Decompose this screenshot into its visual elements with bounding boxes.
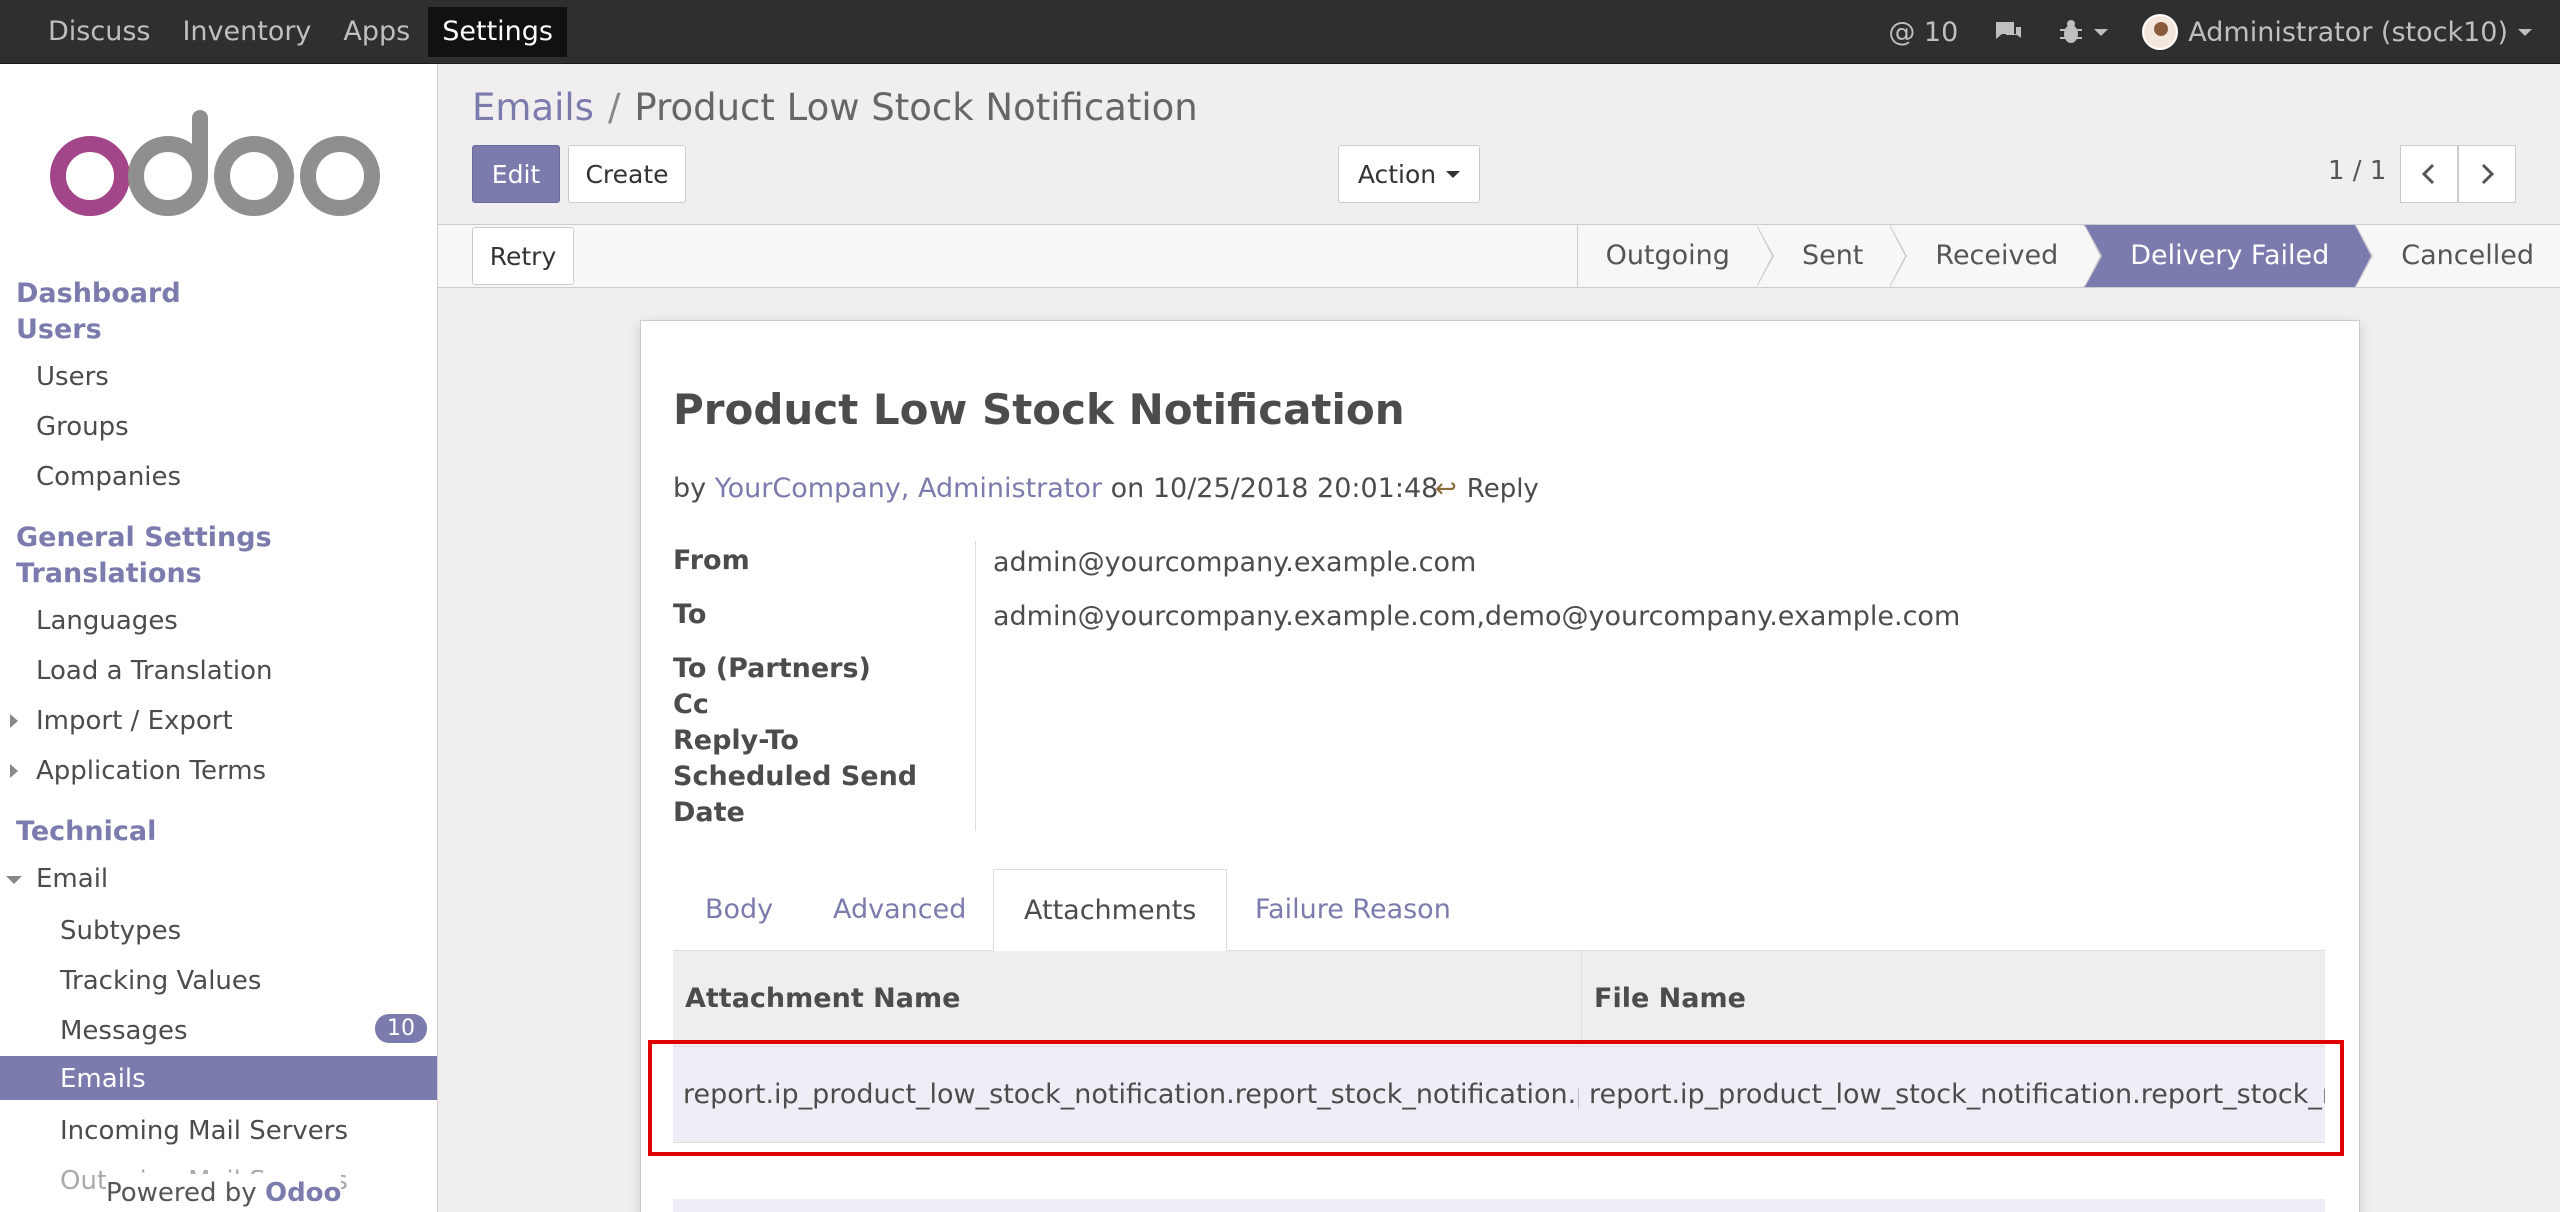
user-avatar bbox=[2142, 14, 2179, 50]
mail-subject-title: Product Low Stock Notification bbox=[673, 385, 1405, 434]
menu-apps[interactable]: Apps bbox=[329, 7, 424, 57]
breadcrumb-current: Product Low Stock Notification bbox=[634, 86, 1198, 129]
column-file-name[interactable]: File Name bbox=[1581, 951, 2325, 1047]
status-bar: Retry Outgoing Sent Received Delivery Fa… bbox=[438, 224, 2560, 288]
sidebar-item-load-translation[interactable]: Load a Translation bbox=[36, 656, 273, 686]
sidebar-item-import-export[interactable]: Import / Export bbox=[36, 706, 233, 736]
chevron-right-icon bbox=[2481, 163, 2495, 185]
stage-received[interactable]: Received bbox=[1889, 225, 2103, 287]
cc-label: Cc bbox=[673, 689, 709, 720]
edit-button[interactable]: Edit bbox=[472, 145, 560, 203]
bug-icon[interactable] bbox=[2058, 18, 2109, 46]
caret-right-icon[interactable] bbox=[10, 764, 18, 778]
create-button[interactable]: Create bbox=[568, 145, 686, 203]
stage-pipeline: Outgoing Sent Received Delivery Failed C… bbox=[1576, 225, 2560, 289]
systray: @ 10 Administrator (stock10) bbox=[1854, 0, 2532, 64]
odoo-logo bbox=[50, 110, 380, 216]
column-attachment-name[interactable]: Attachment Name bbox=[673, 951, 1581, 1047]
pager-previous-button[interactable] bbox=[2400, 145, 2458, 203]
tab-failure-reason[interactable]: Failure Reason bbox=[1255, 869, 1451, 951]
tab-body[interactable]: Body bbox=[705, 869, 773, 951]
chevron-down-icon bbox=[1446, 170, 1461, 178]
author-link[interactable]: YourCompany, Administrator bbox=[715, 473, 1102, 504]
breadcrumb-separator: / bbox=[607, 86, 621, 129]
stage-sent[interactable]: Sent bbox=[1755, 225, 1908, 287]
sidebar-section-dashboard[interactable]: Dashboard bbox=[16, 278, 181, 309]
sidebar: Dashboard Users Users Groups Companies G… bbox=[0, 64, 438, 1212]
sidebar-item-emails[interactable]: Emails bbox=[60, 1064, 146, 1094]
user-name: Administrator (stock10) bbox=[2188, 16, 2508, 48]
powered-by: Powered by Odoo bbox=[106, 1174, 342, 1212]
chat-icon[interactable] bbox=[1992, 18, 2024, 46]
menu-discuss[interactable]: Discuss bbox=[34, 7, 164, 57]
retry-button[interactable]: Retry bbox=[472, 227, 574, 285]
stage-delivery-failed[interactable]: Delivery Failed bbox=[2084, 225, 2374, 287]
scheduled-date-label-2: Date bbox=[673, 797, 745, 828]
to-label: To bbox=[673, 599, 707, 630]
highlight-box bbox=[648, 1040, 2344, 1156]
pager-value: 1 / 1 bbox=[2328, 156, 2387, 186]
reply-button[interactable]: ↩ Reply bbox=[1435, 474, 1539, 504]
from-value: admin@yourcompany.example.com bbox=[993, 547, 1477, 578]
field-divider bbox=[975, 541, 976, 831]
sidebar-section-general-settings[interactable]: General Settings bbox=[16, 522, 272, 553]
messages-count-badge: 10 bbox=[375, 1014, 427, 1043]
sidebar-item-groups[interactable]: Groups bbox=[36, 412, 129, 442]
byline-by: by bbox=[673, 473, 707, 504]
sidebar-item-application-terms[interactable]: Application Terms bbox=[36, 756, 266, 786]
reply-to-label: Reply-To bbox=[673, 725, 799, 756]
action-dropdown[interactable]: Action bbox=[1338, 145, 1480, 203]
to-value: admin@yourcompany.example.com,demo@yourc… bbox=[993, 601, 1961, 632]
chevron-down-icon bbox=[2518, 28, 2532, 36]
reply-label: Reply bbox=[1466, 474, 1539, 504]
byline-date: on 10/25/2018 20:01:48 bbox=[1110, 473, 1439, 504]
sidebar-item-incoming-mail-servers[interactable]: Incoming Mail Servers bbox=[60, 1116, 348, 1146]
sidebar-item-companies[interactable]: Companies bbox=[36, 462, 181, 492]
sidebar-item-messages[interactable]: Messages bbox=[60, 1016, 188, 1046]
notebook-tabs: Body Advanced Attachments Failure Reason bbox=[673, 869, 2325, 951]
caret-down-icon[interactable] bbox=[6, 876, 22, 884]
user-menu[interactable]: Administrator (stock10) bbox=[2142, 14, 2532, 50]
sidebar-item-subtypes[interactable]: Subtypes bbox=[60, 916, 181, 946]
to-partners-label: To (Partners) bbox=[673, 653, 871, 684]
breadcrumb-emails[interactable]: Emails bbox=[472, 86, 594, 129]
stage-outgoing[interactable]: Outgoing bbox=[1576, 225, 1775, 287]
scheduled-date-label: Scheduled Send bbox=[673, 761, 918, 792]
breadcrumb: Emails / Product Low Stock Notification bbox=[472, 86, 1198, 129]
app-menu: Discuss Inventory Apps Settings bbox=[34, 0, 571, 64]
menu-inventory[interactable]: Inventory bbox=[168, 7, 325, 57]
top-navbar: Discuss Inventory Apps Settings @ 10 Adm… bbox=[0, 0, 2560, 64]
reply-icon: ↩ bbox=[1435, 474, 1457, 504]
pager-next-button[interactable] bbox=[2458, 145, 2516, 203]
tab-advanced[interactable]: Advanced bbox=[833, 869, 966, 951]
stage-cancelled[interactable]: Cancelled bbox=[2355, 225, 2560, 287]
action-label: Action bbox=[1357, 159, 1437, 189]
sidebar-section-users[interactable]: Users bbox=[16, 314, 102, 345]
from-label: From bbox=[673, 545, 750, 576]
sidebar-section-technical[interactable]: Technical bbox=[16, 816, 156, 847]
menu-settings[interactable]: Settings bbox=[428, 7, 567, 57]
sidebar-item-users[interactable]: Users bbox=[36, 362, 109, 392]
chevron-left-icon bbox=[2421, 163, 2435, 185]
sidebar-item-email[interactable]: Email bbox=[36, 864, 108, 894]
mentions-counter[interactable]: @ 10 bbox=[1888, 17, 1958, 48]
powered-by-prefix: Powered by bbox=[106, 1178, 257, 1208]
caret-right-icon[interactable] bbox=[10, 714, 18, 728]
sidebar-item-tracking-values[interactable]: Tracking Values bbox=[60, 966, 261, 996]
sidebar-item-languages[interactable]: Languages bbox=[36, 606, 178, 636]
sidebar-section-translations[interactable]: Translations bbox=[16, 558, 202, 589]
mail-byline: by YourCompany, Administrator on 10/25/2… bbox=[673, 473, 1438, 504]
tab-attachments[interactable]: Attachments bbox=[993, 869, 1228, 951]
powered-by-brand[interactable]: Odoo bbox=[265, 1178, 341, 1208]
table-footer bbox=[673, 1199, 2325, 1212]
chevron-down-icon bbox=[2094, 28, 2109, 36]
table-header: Attachment Name File Name bbox=[673, 951, 2325, 1047]
